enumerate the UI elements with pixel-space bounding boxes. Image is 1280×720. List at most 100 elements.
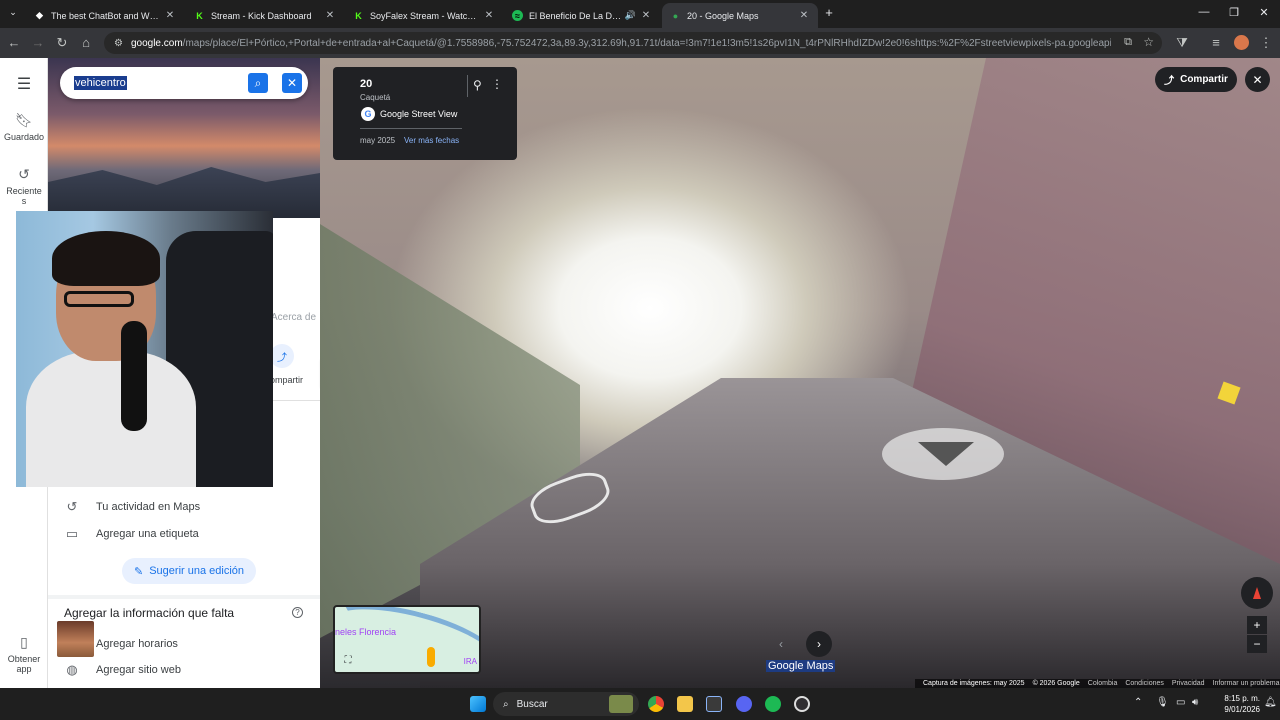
url-host: google.com <box>130 37 183 49</box>
zoom-out-button[interactable]: − <box>1247 635 1267 653</box>
extensions-icon[interactable]: ⧩ <box>1174 35 1190 51</box>
more-options-icon[interactable]: ⋮ <box>491 77 503 91</box>
expand-map-icon[interactable]: ⛶ <box>341 653 355 667</box>
list-item-add-website[interactable]: ◍ Agregar sitio web <box>48 662 320 678</box>
direction-arrow-icon <box>918 442 974 466</box>
pegman-icon[interactable] <box>427 647 435 667</box>
discord-icon[interactable] <box>736 696 752 712</box>
search-box[interactable]: vehicentro ⌕ ✕ <box>60 67 308 99</box>
maps-pin-icon: ● <box>672 10 679 21</box>
chevron-up-icon[interactable]: ⌃ <box>1134 697 1142 708</box>
share-button[interactable]: ⤴ Compartir <box>1155 67 1237 92</box>
search-highlight-icon <box>609 695 633 713</box>
restore-icon[interactable]: ❐ <box>1224 6 1244 19</box>
profile-avatar[interactable] <box>1234 35 1249 50</box>
source-label: Google Street View <box>380 109 458 119</box>
mini-map[interactable]: neles Florencia IRA ⛶ <box>333 605 481 674</box>
more-dates-link[interactable]: Ver más fechas <box>404 136 459 145</box>
microphone-icon[interactable]: 🎙︎ <box>1156 697 1169 708</box>
close-icon[interactable]: ✕ <box>282 73 302 93</box>
close-tab-icon[interactable]: ✕ <box>798 10 810 21</box>
history-icon: ↺ <box>18 166 30 182</box>
share-action-label: ompartir <box>270 375 304 385</box>
kick-icon: K <box>355 10 362 21</box>
country-link[interactable]: Colombia <box>1088 680 1118 687</box>
location-pin-icon[interactable]: ⚲ <box>473 78 482 92</box>
windows-start-icon[interactable] <box>470 696 486 712</box>
display-icon[interactable]: ▭ <box>1176 697 1185 708</box>
close-tab-icon[interactable]: ✕ <box>324 10 336 21</box>
suggest-edit-button[interactable]: ✎ Sugerir una edición <box>122 558 257 584</box>
list-item-activity[interactable]: ↺ Tu actividad en Maps <box>48 499 320 515</box>
minimize-icon[interactable]: — <box>1194 6 1214 18</box>
get-app-button[interactable]: ▯ Obtener app <box>0 634 48 674</box>
browser-tab-bar: ⌄ ◆ The best ChatBot and Widgets ✕ K Str… <box>0 0 1280 28</box>
taskbar-search[interactable]: ⌕ Buscar <box>493 692 639 716</box>
recent-button[interactable]: ↺ Reciente s <box>0 166 48 206</box>
share-action-button[interactable]: ⤴ <box>270 344 294 368</box>
tab-search-button[interactable]: ⌄ <box>6 7 20 21</box>
divider <box>48 595 320 599</box>
terms-link[interactable]: Condiciones <box>1125 680 1164 687</box>
list-item-label: Agregar sitio web <box>96 664 181 676</box>
saved-button[interactable]: 🔖︎ Guardado <box>0 112 48 142</box>
close-tab-icon[interactable]: ✕ <box>483 10 495 21</box>
taskbar-clock[interactable]: 8:15 p. m. 9/01/2026 <box>1210 693 1260 715</box>
capture-date-attribution: Captura de imágenes: may 2025 <box>923 680 1025 687</box>
suggest-edit-label: Sugerir una edición <box>149 565 245 577</box>
report-problem-link[interactable]: Informar un problema <box>1213 680 1280 687</box>
browser-tab[interactable]: K SoyFalex Stream - Watch Live o ✕ <box>345 3 503 28</box>
pencil-icon: ✎ <box>134 565 144 578</box>
file-explorer-icon[interactable] <box>677 696 693 712</box>
media-icon[interactable]: ≡ <box>1208 35 1224 50</box>
list-item-label: Agregar horarios <box>96 638 178 650</box>
browser-menu-icon[interactable]: ⋮ <box>1258 35 1274 51</box>
audio-playing-icon[interactable]: 🔊 <box>625 10 636 21</box>
install-icon[interactable]: ⧉ <box>1124 36 1132 49</box>
spotify-icon[interactable] <box>765 696 781 712</box>
browser-tab-active[interactable]: ● 20 - Google Maps ✕ <box>662 3 818 28</box>
capture-date: may 2025 <box>360 136 396 145</box>
privacy-link[interactable]: Privacidad <box>1172 680 1205 687</box>
new-tab-button[interactable]: + <box>822 5 836 20</box>
next-image-button[interactable]: › <box>806 631 832 657</box>
bookmark-star-icon[interactable]: ☆ <box>1143 35 1154 49</box>
help-icon[interactable]: ? <box>292 607 303 618</box>
search-icon[interactable]: ⌕ <box>248 73 268 93</box>
chrome-icon[interactable] <box>648 696 664 712</box>
history-icon: ↺ <box>66 499 78 514</box>
back-icon[interactable]: ← <box>6 35 22 50</box>
map-road <box>335 607 479 672</box>
tab-about-hidden[interactable]: Acerca de <box>271 312 316 323</box>
close-window-icon[interactable]: ✕ <box>1254 6 1274 19</box>
globe-icon: ◍ <box>66 662 78 677</box>
browser-tab[interactable]: ≈ El Beneficio De La Duda • G 🔊 ✕ <box>504 3 660 28</box>
obs-icon[interactable] <box>794 696 810 712</box>
close-streetview-icon[interactable]: ✕ <box>1245 67 1270 92</box>
compass-icon[interactable] <box>1241 577 1273 609</box>
notification-bell-icon[interactable]: 🔔︎ <box>1264 697 1277 708</box>
navigation-arrow-disc[interactable] <box>882 428 1004 480</box>
close-tab-icon[interactable]: ✕ <box>164 10 176 21</box>
forward-icon[interactable]: → <box>30 35 46 50</box>
site-info-icon[interactable]: ⚙ <box>114 38 123 49</box>
browser-tab[interactable]: K Stream - Kick Dashboard ✕ <box>186 3 344 28</box>
search-input[interactable]: vehicentro <box>74 76 127 90</box>
location-title: 20 <box>360 78 373 90</box>
volume-icon[interactable]: 🔊︎ <box>1192 697 1198 708</box>
google-logo-icon: G <box>361 107 375 121</box>
diamond-icon: ◆ <box>36 10 43 20</box>
home-icon[interactable]: ⌂ <box>78 35 94 50</box>
menu-icon[interactable]: ☰ <box>0 74 48 94</box>
tab-title: El Beneficio De La Duda • G <box>529 10 622 21</box>
store-icon[interactable] <box>706 696 722 712</box>
close-tab-icon[interactable]: ✕ <box>640 10 652 21</box>
browser-tab[interactable]: ◆ The best ChatBot and Widgets ✕ <box>26 3 184 28</box>
source-row: G Google Street View <box>361 107 457 121</box>
location-subtitle: Caquetá <box>360 93 391 102</box>
list-item-label-add[interactable]: ▭ Agregar una etiqueta <box>48 526 320 542</box>
zoom-in-button[interactable]: + <box>1247 616 1267 634</box>
address-bar[interactable]: ⚙ google.com/maps/place/El+Pórtico,+Port… <box>104 32 1162 54</box>
reload-icon[interactable]: ↻ <box>54 35 70 51</box>
previous-image-button[interactable]: ‹ <box>768 631 794 657</box>
